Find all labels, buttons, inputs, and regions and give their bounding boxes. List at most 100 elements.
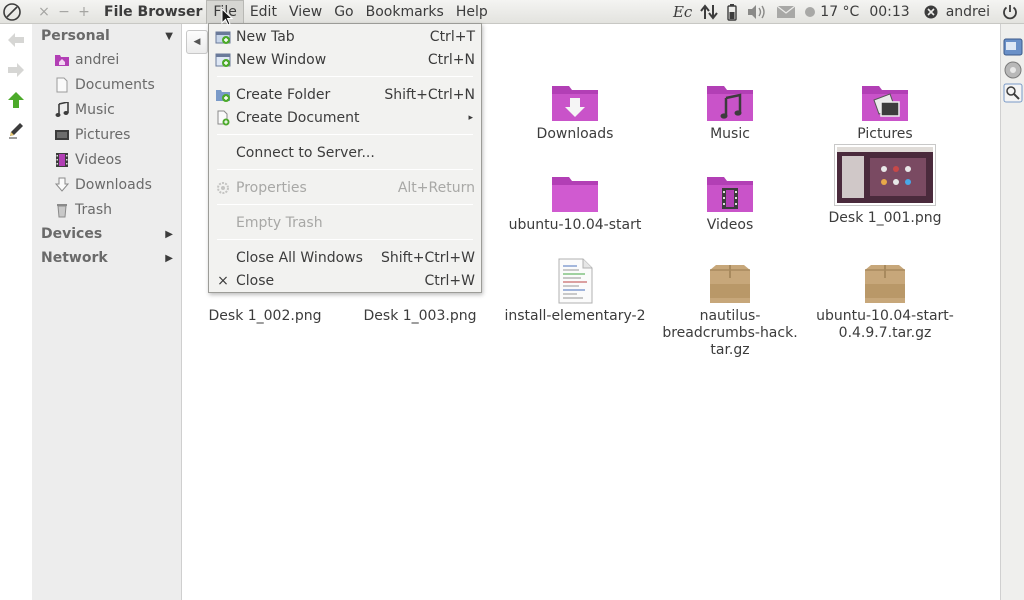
- menu-item-new-window[interactable]: New Window Ctrl+N: [209, 48, 481, 71]
- menu-item-connect-to-server[interactable]: Connect to Server...: [209, 141, 481, 164]
- menu-view[interactable]: View: [283, 0, 328, 24]
- videos-icon: [54, 152, 70, 168]
- file-item-videos[interactable]: Videos: [655, 163, 805, 234]
- sidebar-item-music[interactable]: Music: [54, 99, 174, 121]
- file-label: Desk 1_003.png: [363, 308, 477, 324]
- file-item-music[interactable]: Music: [655, 72, 805, 143]
- sidebar-item-andrei[interactable]: andrei: [54, 49, 174, 71]
- sidebar-header-personal[interactable]: Personal ▼: [41, 25, 173, 47]
- menu-item-label: Create Folder: [236, 86, 331, 103]
- menu-item-shortcut: Ctrl+W: [424, 272, 475, 289]
- sidebar-item-label: Documents: [75, 77, 155, 93]
- menu-item-new-tab[interactable]: New Tab Ctrl+T: [209, 25, 481, 48]
- file-menu-dropdown: New Tab Ctrl+T New Window Ctrl+N Create …: [208, 23, 482, 293]
- expander-right-icon[interactable]: ▶: [165, 229, 173, 240]
- file-item-desk-1-001[interactable]: Desk 1_001.png: [810, 144, 960, 227]
- menu-separator: [217, 134, 473, 135]
- file-label-line: ubuntu-10.04-start-: [816, 308, 954, 324]
- sidebar-item-videos[interactable]: Videos: [54, 149, 174, 171]
- breadcrumb-back-button[interactable]: ◀: [186, 30, 208, 54]
- edit-pencil-icon[interactable]: [4, 118, 28, 142]
- power-icon[interactable]: [994, 0, 1024, 24]
- menu-item-label: Connect to Server...: [236, 144, 375, 161]
- user-name-label[interactable]: andrei: [942, 0, 994, 24]
- menu-item-label: Close All Windows: [236, 249, 363, 266]
- menu-go[interactable]: Go: [328, 0, 359, 24]
- image-thumbnail: [810, 144, 960, 206]
- window-switcher-icon[interactable]: [1002, 36, 1024, 58]
- sidebar-item-pictures[interactable]: Pictures: [54, 124, 174, 146]
- sidebar-item-documents[interactable]: Documents: [54, 74, 174, 96]
- download-icon: [54, 177, 70, 193]
- disc-drive-icon[interactable]: [1002, 59, 1024, 81]
- menu-item-label: New Window: [236, 51, 327, 68]
- window-minimize-button[interactable]: −: [54, 0, 74, 24]
- mail-icon[interactable]: [772, 0, 800, 24]
- file-item-downloads[interactable]: Downloads: [500, 72, 650, 143]
- file-label: Desk 1_002.png: [208, 308, 322, 324]
- create-document-icon: [215, 110, 231, 126]
- sidebar-item-downloads[interactable]: Downloads: [54, 174, 174, 196]
- menu-item-empty-trash[interactable]: Empty Trash: [209, 211, 481, 234]
- back-arrow-icon[interactable]: [4, 28, 28, 52]
- mouse-pointer-icon: [221, 7, 234, 30]
- file-item-ubuntu-10-04-start[interactable]: ubuntu-10.04-start: [500, 163, 650, 234]
- submenu-arrow-icon: ▸: [468, 112, 473, 123]
- temperature-label[interactable]: 17 °C: [820, 0, 863, 24]
- file-label: ubuntu-10.04-start: [508, 217, 642, 233]
- search-icon[interactable]: [1002, 82, 1024, 104]
- weather-icon[interactable]: [800, 0, 820, 24]
- input-method-indicator[interactable]: Ec: [669, 0, 696, 24]
- close-icon: ×: [217, 272, 229, 289]
- archive-package-icon: [810, 254, 960, 304]
- file-label: Desk 1_001.png: [828, 210, 942, 226]
- up-arrow-icon[interactable]: [4, 88, 28, 112]
- menu-item-close-all-windows[interactable]: Close All Windows Shift+Ctrl+W: [209, 246, 481, 269]
- menu-item-close[interactable]: × Close Ctrl+W: [209, 269, 481, 292]
- menu-item-shortcut: Shift+Ctrl+W: [380, 249, 475, 266]
- menu-separator: [217, 239, 473, 240]
- file-item-pictures[interactable]: Pictures: [810, 72, 960, 143]
- properties-gear-icon: [215, 180, 231, 196]
- network-arrows-icon[interactable]: [696, 0, 722, 24]
- file-label: ubuntu-10.04-start- 0.4.9.7.tar.gz: [810, 308, 960, 342]
- volume-icon[interactable]: [742, 0, 772, 24]
- right-dock: [1000, 24, 1024, 600]
- menu-item-create-folder[interactable]: Create Folder Shift+Ctrl+N: [209, 83, 481, 106]
- menu-item-shortcut: Alt+Return: [397, 179, 475, 196]
- window-maximize-button[interactable]: +: [74, 0, 94, 24]
- home-folder-icon: [54, 52, 70, 68]
- user-status-icon[interactable]: [914, 0, 942, 24]
- ubuntu-logo-icon[interactable]: [0, 0, 24, 24]
- folder-videos-icon: [655, 163, 805, 213]
- sidebar-item-trash[interactable]: Trash: [54, 199, 174, 221]
- menu-bookmarks[interactable]: Bookmarks: [360, 0, 450, 24]
- menu-item-properties[interactable]: Properties Alt+Return: [209, 176, 481, 199]
- forward-arrow-icon[interactable]: [4, 58, 28, 82]
- sidebar-header-network[interactable]: Network ▶: [41, 247, 173, 269]
- sidebar-item-label: Downloads: [75, 177, 152, 193]
- menu-help[interactable]: Help: [450, 0, 494, 24]
- window-close-button[interactable]: ×: [34, 0, 54, 24]
- file-item-ubuntu-10-04-start-archive[interactable]: ubuntu-10.04-start- 0.4.9.7.tar.gz: [810, 254, 960, 342]
- file-item-nautilus-breadcrumbs-hack[interactable]: nautilus- breadcrumbs-hack. tar.gz: [655, 254, 805, 359]
- left-toolbar: [0, 24, 32, 600]
- menu-item-label: Empty Trash: [236, 214, 323, 231]
- expander-right-icon[interactable]: ▶: [165, 253, 173, 264]
- file-item-install-elementary-2[interactable]: install-elementary-2: [500, 254, 650, 325]
- menu-item-shortcut: Shift+Ctrl+N: [384, 86, 475, 103]
- new-tab-icon: [215, 29, 231, 45]
- menu-item-create-document[interactable]: Create Document ▸: [209, 106, 481, 129]
- sidebar-header-devices[interactable]: Devices ▶: [41, 223, 173, 245]
- menu-item-label: Close: [236, 272, 275, 289]
- sidebar-item-label: Pictures: [75, 127, 131, 143]
- battery-icon[interactable]: [722, 0, 742, 24]
- music-note-icon: [54, 102, 70, 118]
- menu-separator: [217, 204, 473, 205]
- menu-edit[interactable]: Edit: [244, 0, 283, 24]
- clock-label[interactable]: 00:13: [863, 0, 913, 24]
- expander-down-icon[interactable]: ▼: [165, 31, 173, 42]
- file-label: Pictures: [857, 126, 913, 142]
- menu-item-label: Create Document: [236, 109, 360, 126]
- app-title: File Browser: [104, 3, 203, 20]
